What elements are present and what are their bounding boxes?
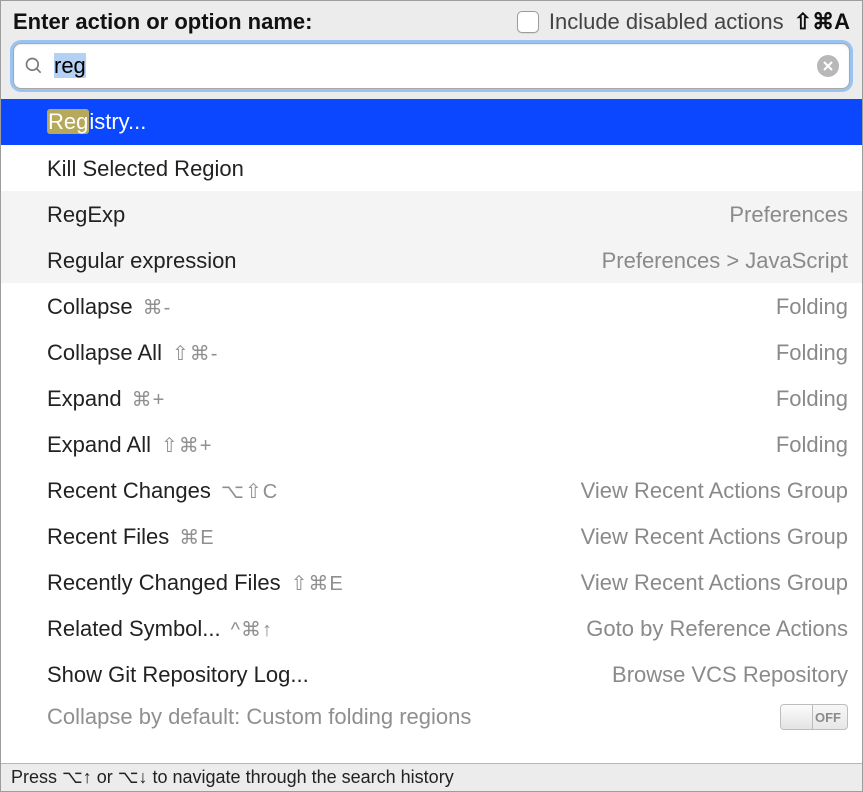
result-row[interactable]: Collapse ⌘- Folding [1, 283, 862, 329]
result-shortcut: ⇧⌘E [291, 571, 344, 596]
footer-hint-text: Press ⌥↑ or ⌥↓ to navigate through the s… [11, 767, 454, 788]
result-row[interactable]: Recent Files ⌘E View Recent Actions Group [1, 513, 862, 559]
result-row[interactable]: Expand All ⇧⌘+ Folding [1, 421, 862, 467]
result-group: View Recent Actions Group [581, 524, 848, 550]
result-left: Collapse All ⇧⌘- [47, 340, 776, 366]
result-shortcut: ⌘- [143, 295, 172, 320]
result-shortcut: ⌥⇧C [221, 479, 278, 504]
search-input[interactable]: reg [13, 43, 850, 89]
result-shortcut: ⇧⌘- [172, 341, 218, 366]
result-row[interactable]: RegExp Preferences [1, 191, 862, 237]
footer-hint: Press ⌥↑ or ⌥↓ to navigate through the s… [1, 763, 862, 791]
search-selection: reg [54, 53, 86, 78]
result-label: Kill Selected Region [47, 156, 244, 182]
result-left: Regular expression [47, 248, 602, 274]
search-icon [24, 56, 44, 76]
result-left: RegExp [47, 202, 729, 228]
result-row[interactable]: Related Symbol... ^⌘↑ Goto by Reference Ac… [1, 605, 862, 651]
result-shortcut: ⇧⌘+ [161, 433, 212, 458]
include-disabled-shortcut: ⇧⌘A [794, 9, 850, 35]
result-label: Registry... [47, 109, 146, 135]
result-label: Expand [47, 386, 122, 412]
result-shortcut: ^⌘↑ [231, 617, 273, 642]
result-left: Collapse ⌘- [47, 294, 776, 320]
result-left: Expand All ⇧⌘+ [47, 432, 776, 458]
result-label: Regular expression [47, 248, 237, 274]
prompt-label: Enter action or option name: [13, 9, 312, 35]
result-group: Browse VCS Repository [612, 662, 848, 688]
result-label: Recently Changed Files [47, 570, 281, 596]
header-bar: Enter action or option name: Include dis… [1, 1, 862, 43]
result-left: Recent Files ⌘E [47, 524, 581, 550]
result-label: Show Git Repository Log... [47, 662, 309, 688]
include-disabled-label: Include disabled actions [549, 9, 784, 35]
results-list[interactable]: Registry... Kill Selected Region RegExp Pre… [1, 99, 862, 791]
find-action-popup: Enter action or option name: Include dis… [0, 0, 863, 792]
toggle-off[interactable]: OFF [780, 704, 848, 730]
result-label: RegExp [47, 202, 125, 228]
match-highlight: Reg [47, 109, 89, 134]
result-left: Registry... [47, 109, 848, 135]
result-label: Recent Files [47, 524, 169, 550]
include-disabled-checkbox[interactable] [517, 11, 539, 33]
result-label: Collapse by default: Custom folding regi… [47, 704, 471, 730]
result-label: Expand All [47, 432, 151, 458]
result-left: Show Git Repository Log... [47, 662, 612, 688]
close-icon [823, 61, 833, 71]
result-shortcut: ⌘E [179, 525, 214, 550]
result-group: Goto by Reference Actions [586, 616, 848, 642]
result-group: Preferences > JavaScript [602, 248, 848, 274]
result-left: Kill Selected Region [47, 156, 848, 182]
result-group: Preferences [729, 202, 848, 228]
result-row[interactable]: Recently Changed Files ⇧⌘E View Recent Act… [1, 559, 862, 605]
result-label: Recent Changes [47, 478, 211, 504]
result-group: Folding [776, 294, 848, 320]
clear-search-button[interactable] [817, 55, 839, 77]
result-row-partial[interactable]: Collapse by default: Custom folding regi… [1, 697, 862, 737]
result-row[interactable]: Expand ⌘+ Folding [1, 375, 862, 421]
result-group: View Recent Actions Group [581, 570, 848, 596]
result-row[interactable]: Recent Changes ⌥⇧C View Recent Actions Gro… [1, 467, 862, 513]
result-left: Recently Changed Files ⇧⌘E [47, 570, 581, 596]
result-row[interactable]: Collapse All ⇧⌘- Folding [1, 329, 862, 375]
result-group: Folding [776, 340, 848, 366]
result-label: Collapse All [47, 340, 162, 366]
result-label: Collapse [47, 294, 133, 320]
search-text: reg [54, 53, 807, 79]
result-label: Related Symbol... [47, 616, 221, 642]
result-row[interactable]: Show Git Repository Log... Browse VCS Rep… [1, 651, 862, 697]
result-group: View Recent Actions Group [581, 478, 848, 504]
result-group: Folding [776, 386, 848, 412]
result-row[interactable]: Regular expression Preferences > JavaScri… [1, 237, 862, 283]
result-shortcut: ⌘+ [132, 387, 166, 412]
result-left: Related Symbol... ^⌘↑ [47, 616, 586, 642]
result-row[interactable]: Kill Selected Region [1, 145, 862, 191]
result-left: Expand ⌘+ [47, 386, 776, 412]
toggle-label: OFF [815, 710, 841, 725]
search-wrap: reg [1, 43, 862, 99]
result-row[interactable]: Registry... [1, 99, 862, 145]
result-left: Recent Changes ⌥⇧C [47, 478, 581, 504]
result-group: Folding [776, 432, 848, 458]
